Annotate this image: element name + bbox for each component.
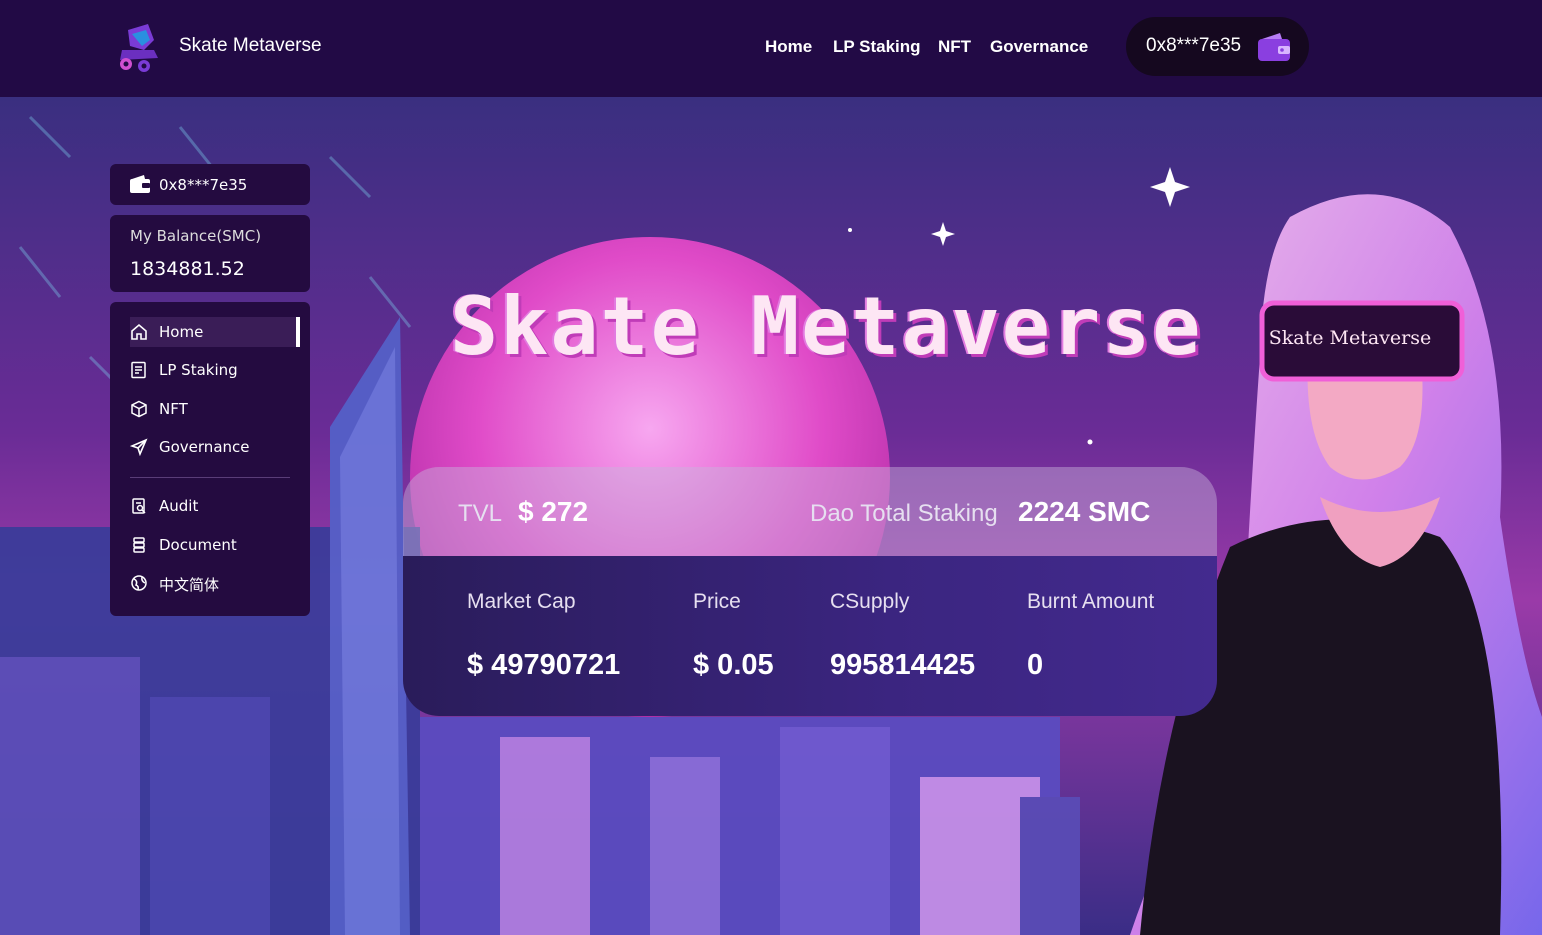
nav-lp-staking[interactable]: LP Staking bbox=[833, 37, 921, 57]
sidebar-menu: Home LP Staking NFT Governance Audit Doc… bbox=[110, 302, 310, 616]
wallet-icon bbox=[130, 175, 150, 193]
nav-governance[interactable]: Governance bbox=[990, 37, 1088, 57]
csupply-value: 995814425 bbox=[830, 649, 976, 681]
home-icon bbox=[130, 323, 148, 341]
nav-home[interactable]: Home bbox=[765, 37, 812, 57]
sidebar-item-label: Home bbox=[159, 323, 204, 341]
menu-divider bbox=[130, 477, 290, 478]
csupply-label: CSupply bbox=[830, 590, 910, 613]
sidebar-item-label: 中文简体 bbox=[159, 576, 220, 594]
sidebar-item-document[interactable]: Document bbox=[130, 530, 300, 560]
wallet-icon bbox=[1256, 31, 1292, 63]
sidebar-wallet-address: 0x8***7e35 bbox=[159, 176, 248, 194]
send-icon bbox=[129, 438, 148, 457]
wallet-connect-button[interactable]: 0x8***7e35 bbox=[1126, 17, 1309, 76]
dao-staking-value: 2224 SMC bbox=[1018, 496, 1151, 527]
sidebar-item-label: Document bbox=[159, 536, 237, 554]
market-cap-value: $ 49790721 bbox=[467, 649, 621, 681]
market-cap-label: Market Cap bbox=[467, 590, 576, 613]
stats-summary-bar: TVL $ 272 Dao Total Staking 2224 SMC bbox=[403, 467, 1217, 556]
dao-staking-label: Dao Total Staking bbox=[810, 500, 998, 527]
sidebar-wallet[interactable]: 0x8***7e35 bbox=[110, 164, 310, 205]
tvl-value: $ 272 bbox=[518, 496, 589, 527]
globe-icon bbox=[130, 574, 148, 592]
sidebar-item-label: Audit bbox=[159, 497, 199, 515]
balance-panel: My Balance(SMC) 1834881.52 bbox=[110, 215, 310, 292]
sidebar-item-governance[interactable]: Governance bbox=[129, 432, 300, 462]
burnt-amount-value: 0 bbox=[1027, 649, 1044, 681]
sidebar-item-label: LP Staking bbox=[159, 361, 238, 379]
hero-title: Skate Metaverse bbox=[450, 280, 1203, 373]
balance-value: 1834881.52 bbox=[130, 258, 245, 280]
price-value: $ 0.05 bbox=[693, 649, 774, 681]
token-stats-panel: Market Cap $ 49790721 Price $ 0.05 CSupp… bbox=[403, 556, 1217, 716]
balance-label: My Balance(SMC) bbox=[130, 227, 262, 245]
sidebar-item-home[interactable]: Home bbox=[130, 317, 300, 347]
skate-logo-icon[interactable] bbox=[114, 20, 166, 76]
burnt-amount-label: Burnt Amount bbox=[1027, 590, 1155, 613]
brand-name[interactable]: Skate Metaverse bbox=[179, 35, 322, 57]
sidebar-item-label: Governance bbox=[159, 438, 250, 456]
wallet-address: 0x8***7e35 bbox=[1146, 35, 1242, 56]
cube-icon bbox=[130, 400, 148, 418]
nav-nft[interactable]: NFT bbox=[938, 37, 971, 57]
sidebar-item-language[interactable]: 中文简体 bbox=[130, 568, 300, 598]
tvl-label: TVL bbox=[458, 500, 503, 527]
stack-icon bbox=[130, 536, 148, 554]
sidebar-item-nft[interactable]: NFT bbox=[130, 394, 300, 424]
visor-text: Skate Metaverse bbox=[1269, 327, 1432, 349]
sidebar-item-label: NFT bbox=[159, 400, 188, 418]
sidebar-item-lp-staking[interactable]: LP Staking bbox=[130, 355, 300, 385]
sidebar-item-audit[interactable]: Audit bbox=[130, 491, 300, 521]
top-navbar: Skate Metaverse Home LP Staking NFT Gove… bbox=[0, 0, 1542, 97]
price-label: Price bbox=[693, 590, 741, 613]
document-list-icon bbox=[130, 361, 148, 379]
audit-icon bbox=[130, 497, 148, 515]
